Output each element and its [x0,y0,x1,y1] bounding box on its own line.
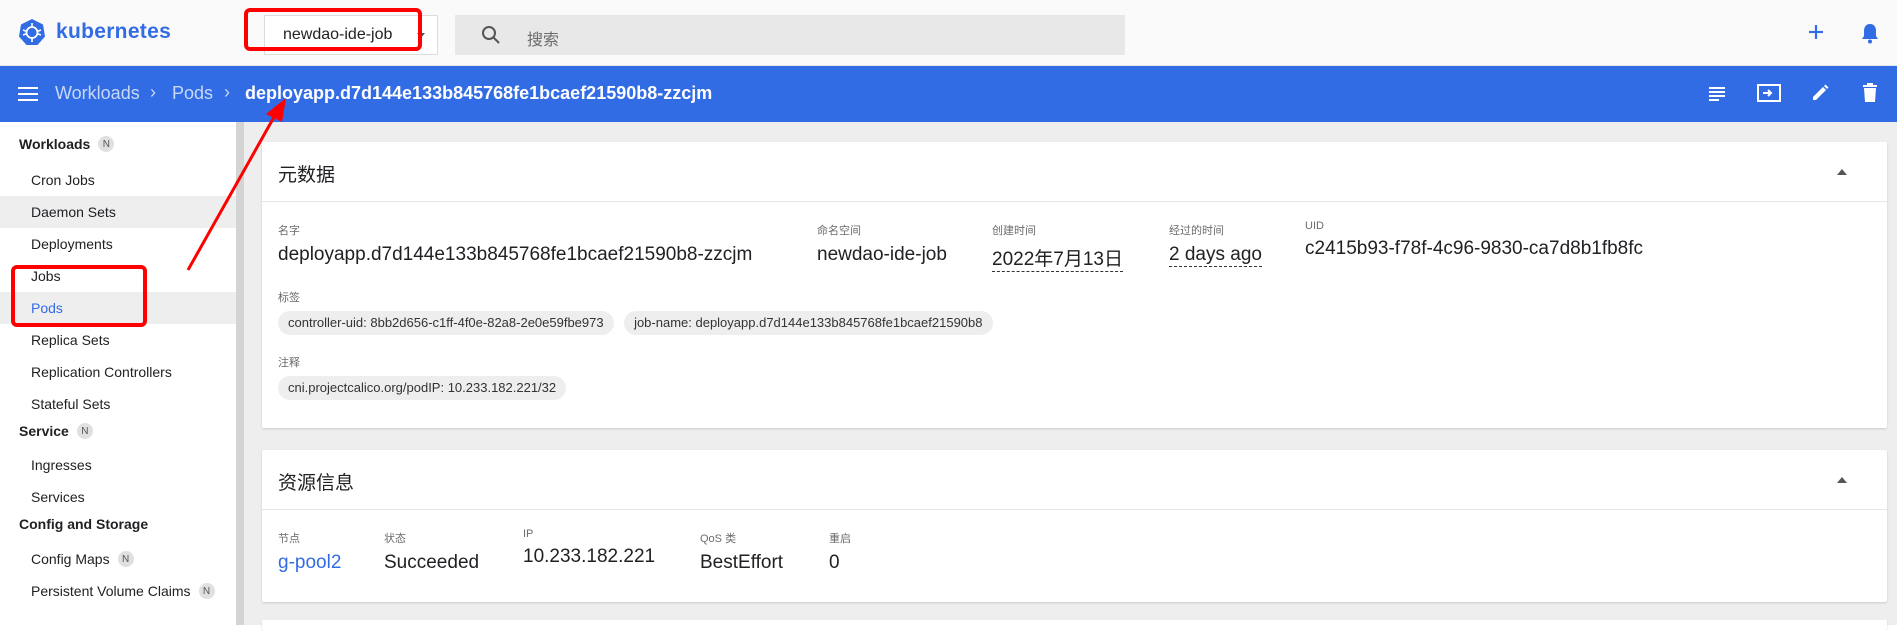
field-label: 创建时间 [992,225,1036,237]
page-title: deployapp.d7d144e133b845768fe1bcaef21590… [245,83,713,103]
restarts-field: 重启 0 [829,530,851,574]
field-label: IP [523,528,534,540]
sidebar-item-label: Deployments [31,236,113,252]
field-label: 命名空间 [817,225,861,237]
sidebar-item-label: Services [31,489,85,505]
sidebar-item-config-maps[interactable]: Config Maps N [0,543,236,575]
metadata-card: 元数据 名字 deployapp.d7d144e133b845768fe1bca… [262,142,1887,428]
brand-name: kubernetes [56,20,172,43]
pod-name-value: deployapp.d7d144e133b845768fe1bcaef21590… [278,244,753,265]
pod-name-field: 名字 deployapp.d7d144e133b845768fe1bcaef21… [278,222,752,266]
annotations-field: 注释 cni.projectcalico.org/podIP: 10.233.1… [278,354,572,400]
namespace-badge: N [98,136,115,152]
sidebar-section-config-storage[interactable]: Config and Storage [19,516,148,532]
field-label: 经过的时间 [1169,225,1224,237]
namespace-value: newdao-ide-job [817,244,947,265]
sidebar-item-label: Persistent Volume Claims [31,583,191,599]
breadcrumb-workloads[interactable]: Workloads [55,83,140,104]
created-value: 2022年7月13日 [992,244,1123,272]
search-input[interactable]: 搜索 [455,15,1125,55]
menu-icon[interactable] [18,85,38,103]
created-field: 创建时间 2022年7月13日 [992,222,1123,272]
status-field: 状态 Succeeded [384,530,479,574]
sidebar-item-label: Ingresses [31,457,92,473]
qos-field: QoS 类 BestEffort [700,530,783,574]
exec-icon[interactable] [1757,83,1781,103]
label-chip: job-name: deployapp.d7d144e133b845768fe1… [624,311,993,335]
sidebar-item-label: Cron Jobs [31,172,95,188]
sidebar-section-label: Service [19,423,69,439]
node-field: 节点 g-pool2 [278,530,341,574]
next-card [262,620,1887,630]
sidebar-item-replication-controllers[interactable]: Replication Controllers [0,356,236,388]
field-label: 标签 [278,292,300,304]
edit-icon[interactable] [1810,83,1830,103]
restarts-value: 0 [829,552,840,573]
bell-icon[interactable] [1860,22,1880,44]
sidebar-item-ingresses[interactable]: Ingresses [0,449,236,481]
sidebar-section-service[interactable]: Service N [19,423,93,439]
ip-value: 10.233.182.221 [523,546,656,567]
uid-field: UID c2415b93-f78f-4c96-9830-ca7d8b1fb8fc [1305,220,1643,260]
namespace-badge: N [117,551,134,567]
status-value: Succeeded [384,552,480,573]
search-placeholder: 搜索 [527,32,560,49]
logs-icon[interactable] [1707,83,1727,103]
annotation-box-pods [11,265,147,327]
annotation-arrow-icon [186,98,286,271]
sidebar-item-stateful-sets[interactable]: Stateful Sets [0,388,236,420]
sidebar-section-workloads[interactable]: Workloads N [19,136,115,152]
sidebar-item-label: Daemon Sets [31,204,116,220]
annotation-box-namespace [244,8,422,51]
kubernetes-logo-icon [19,19,45,45]
sidebar-item-label: Config Maps [31,551,110,567]
age-field: 经过的时间 2 days ago [1169,222,1262,267]
labels-field: 标签 controller-uid: 8bb2d656-c1ff-4f0e-82… [278,289,999,335]
resource-card-header[interactable]: 资源信息 [262,450,1887,510]
node-link[interactable]: g-pool2 [278,552,341,574]
field-label: QoS 类 [700,533,737,545]
sidebar-item-label: Stateful Sets [31,396,111,412]
plus-icon[interactable] [1806,22,1826,42]
resource-card-title: 资源信息 [278,473,355,494]
label-chip: controller-uid: 8bb2d656-c1ff-4f0e-82a8-… [278,311,614,335]
field-label: 状态 [384,533,406,545]
metadata-card-header[interactable]: 元数据 [262,142,1887,202]
namespace-badge: N [198,583,215,599]
field-label: UID [1305,220,1324,232]
resource-card: 资源信息 节点 g-pool2 状态 Succeeded IP 10.233.1… [262,450,1887,602]
sidebar-section-label: Config and Storage [19,516,149,532]
age-value: 2 days ago [1169,244,1262,267]
sidebar-item-persistent-volume-claims[interactable]: Persistent Volume Claims N [0,575,236,607]
breadcrumb-separator-icon: › [150,82,156,102]
field-label: 注释 [278,357,300,369]
sidebar-item-services[interactable]: Services [0,481,236,513]
namespace-field: 命名空间 newdao-ide-job [817,222,947,266]
collapse-icon[interactable] [1837,169,1847,175]
annotation-chip: cni.projectcalico.org/podIP: 10.233.182.… [278,376,567,400]
sidebar-item-label: Replication Controllers [31,364,172,380]
field-label: 重启 [829,533,851,545]
namespace-badge: N [76,423,93,439]
ip-field: IP 10.233.182.221 [523,528,655,568]
collapse-icon[interactable] [1837,477,1847,483]
sidebar-section-label: Workloads [19,136,91,152]
delete-icon[interactable] [1862,83,1878,103]
field-label: 节点 [278,533,300,545]
sidebar-item-replica-sets[interactable]: Replica Sets [0,324,236,356]
search-icon [482,26,500,44]
sidebar-item-label: Replica Sets [31,332,110,348]
uid-value: c2415b93-f78f-4c96-9830-ca7d8b1fb8fc [1305,238,1644,259]
field-label: 名字 [278,225,300,237]
qos-value: BestEffort [700,552,784,573]
brand-logo[interactable]: kubernetes [18,18,171,46]
